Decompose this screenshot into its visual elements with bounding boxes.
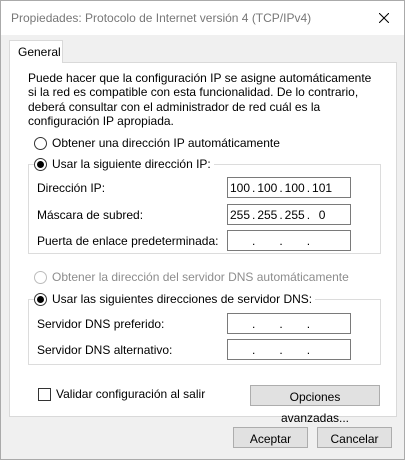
ip-octet: 100 — [229, 180, 251, 195]
mask-octet: 0 — [318, 207, 326, 222]
radio-ip-manual-label: Usar la siguiente dirección IP: — [52, 157, 211, 171]
radio-dns-manual-label: Usar las siguientes direcciones de servi… — [52, 292, 313, 306]
validate-checkbox-row[interactable]: Validar configuración al salir — [38, 387, 205, 401]
general-panel: Puede hacer que la configuración IP se a… — [9, 62, 397, 425]
radio-ip-auto-row[interactable]: Obtener una dirección IP automáticamente — [34, 136, 283, 150]
radio-dns-auto-label: Obtener la dirección del servidor DNS au… — [52, 270, 349, 284]
ip-octet: 100 — [284, 180, 305, 195]
description-text: Puede hacer que la configuración IP se a… — [28, 71, 372, 128]
radio-dns-auto-row[interactable]: Obtener la dirección del servidor DNS au… — [34, 270, 352, 284]
ip-address-label: Dirección IP: — [37, 181, 106, 195]
dns-preferred-label: Servidor DNS preferido: — [37, 317, 165, 331]
ip-address-input[interactable]: 100. 100. 100. 101 — [227, 177, 351, 198]
tab-general-label: General — [18, 45, 61, 59]
dialog-window: Propiedades: Protocolo de Internet versi… — [0, 0, 405, 460]
title-bar: Propiedades: Protocolo de Internet versi… — [1, 1, 404, 35]
mask-octet: 255 — [257, 207, 278, 222]
subnet-mask-label: Máscara de subred: — [37, 208, 144, 222]
gateway-input[interactable]: . . . — [227, 230, 351, 251]
dns-preferred-input[interactable]: . . . — [227, 313, 351, 334]
radio-dns-manual[interactable] — [34, 292, 47, 306]
ip-octet: 101 — [312, 180, 333, 195]
validate-checkbox-label: Validar configuración al salir — [56, 387, 206, 401]
advanced-options-button[interactable]: Opciones avanzadas... — [250, 385, 380, 425]
radio-dns-auto[interactable] — [34, 270, 47, 284]
radio-ip-auto[interactable] — [34, 136, 47, 150]
close-icon — [379, 13, 389, 23]
radio-ip-auto-label: Obtener una dirección IP automáticamente — [52, 136, 280, 150]
cancel-button[interactable]: Cancelar — [317, 427, 392, 448]
mask-octet: 255 — [284, 207, 305, 222]
radio-dns-manual-row[interactable]: Usar las siguientes direcciones de servi… — [34, 292, 316, 306]
validate-checkbox[interactable] — [38, 387, 51, 401]
radio-ip-manual[interactable] — [34, 157, 47, 171]
radio-ip-manual-row[interactable]: Usar la siguiente dirección IP: — [34, 157, 214, 171]
close-button[interactable] — [373, 8, 395, 28]
gateway-label: Puerta de enlace predeterminada: — [37, 234, 219, 248]
dns-alternate-label: Servidor DNS alternativo: — [37, 343, 173, 357]
accept-button[interactable]: Aceptar — [233, 427, 308, 448]
mask-octet: 255 — [229, 207, 251, 222]
subnet-mask-input[interactable]: 255. 255. 255. 0 — [227, 204, 351, 225]
window-title: Propiedades: Protocolo de Internet versi… — [11, 11, 312, 25]
tab-general[interactable]: General — [9, 40, 63, 63]
ip-octet: 100 — [257, 180, 278, 195]
dns-alternate-input[interactable]: . . . — [227, 339, 351, 360]
